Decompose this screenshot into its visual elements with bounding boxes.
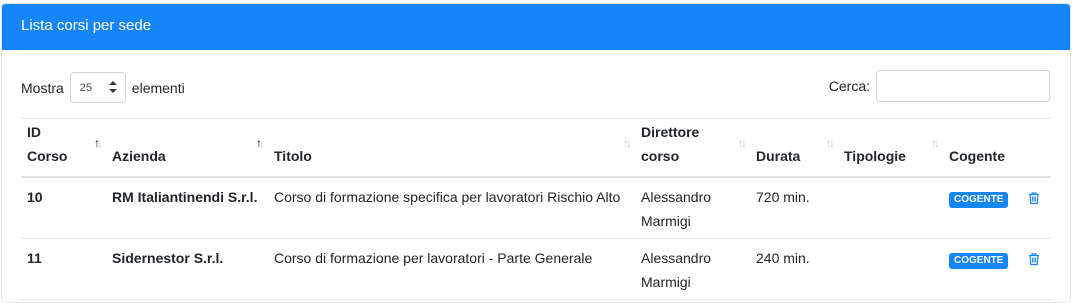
cell-cogente: COGENTE (943, 238, 1021, 299)
cell-azienda: RM Italiantinendi S.r.l. (112, 188, 258, 205)
courses-card: Lista corsi per sede Mostra 25 elementi … (1, 3, 1071, 303)
trash-icon[interactable] (1027, 191, 1041, 205)
card-header: Lista corsi per sede (2, 4, 1070, 50)
cell-id: 11 (27, 249, 42, 266)
sort-icon: ↑↓ (826, 136, 835, 150)
cell-tipologie (838, 177, 943, 239)
cell-azienda: Sidernestor S.r.l. (112, 249, 224, 266)
length-menu: Mostra 25 elementi (21, 72, 185, 103)
search-box: Cerca: (829, 70, 1050, 102)
cell-actions (1021, 177, 1051, 239)
column-header-azienda[interactable]: Azienda ↑↓ (106, 119, 268, 177)
page-length-select[interactable]: 25 (69, 72, 126, 103)
page-length-value: 25 (79, 82, 93, 94)
trash-icon[interactable] (1027, 252, 1041, 266)
cell-titolo: Corso di formazione per lavoratori - Par… (274, 249, 593, 266)
column-header-titolo[interactable]: Titolo ↑↓ (268, 119, 635, 177)
cogente-badge: COGENTE (949, 191, 1009, 208)
column-header-durata[interactable]: Durata ↑↓ (750, 119, 838, 177)
sort-icon: ↑↓ (931, 136, 940, 150)
table-row: 10 RM Italiantinendi S.r.l. Corso di for… (21, 177, 1051, 239)
table-row: 11 Sidernestor S.r.l. Corso di formazion… (21, 238, 1051, 299)
select-arrows-icon (108, 81, 117, 93)
sort-icon: ↑↓ (623, 136, 632, 150)
sort-icon: ↑↓ (256, 136, 265, 150)
column-header-tipologie[interactable]: Tipologie ↑↓ (838, 119, 943, 177)
sort-icon: ↑↓ (94, 136, 103, 150)
column-header-actions (1021, 119, 1051, 177)
column-header-cogente[interactable]: Cogente (943, 119, 1021, 177)
card-title: Lista corsi per sede (21, 17, 152, 34)
cell-direttore: Alessandro Marmigi (641, 249, 712, 290)
cell-id: 10 (27, 188, 43, 205)
cell-direttore: Alessandro Marmigi (641, 188, 712, 229)
cell-durata: 240 min. (756, 249, 810, 266)
cell-durata: 720 min. (756, 188, 810, 205)
column-header-id[interactable]: ID Corso ↑↓ (21, 119, 106, 177)
length-suffix: elementi (131, 79, 185, 96)
search-input[interactable] (876, 70, 1050, 102)
sort-icon: ↑↓ (738, 136, 747, 150)
cell-titolo: Corso di formazione specifica per lavora… (274, 188, 621, 205)
column-header-direttore[interactable]: Direttore corso ↑↓ (635, 119, 750, 177)
search-label: Cerca: (828, 78, 870, 94)
cell-tipologie (838, 238, 943, 299)
cogente-badge: COGENTE (949, 252, 1009, 269)
cell-actions (1021, 238, 1051, 299)
courses-table: ID Corso ↑↓ Azienda ↑↓ Titolo ↑↓ Direttore co… (21, 118, 1051, 300)
table-header-row: ID Corso ↑↓ Azienda ↑↓ Titolo ↑↓ Direttore co… (21, 118, 1051, 177)
cell-cogente: COGENTE (943, 177, 1021, 239)
table-controls: Mostra 25 elementi Cerca: (2, 50, 1070, 120)
length-prefix: Mostra (21, 79, 64, 96)
